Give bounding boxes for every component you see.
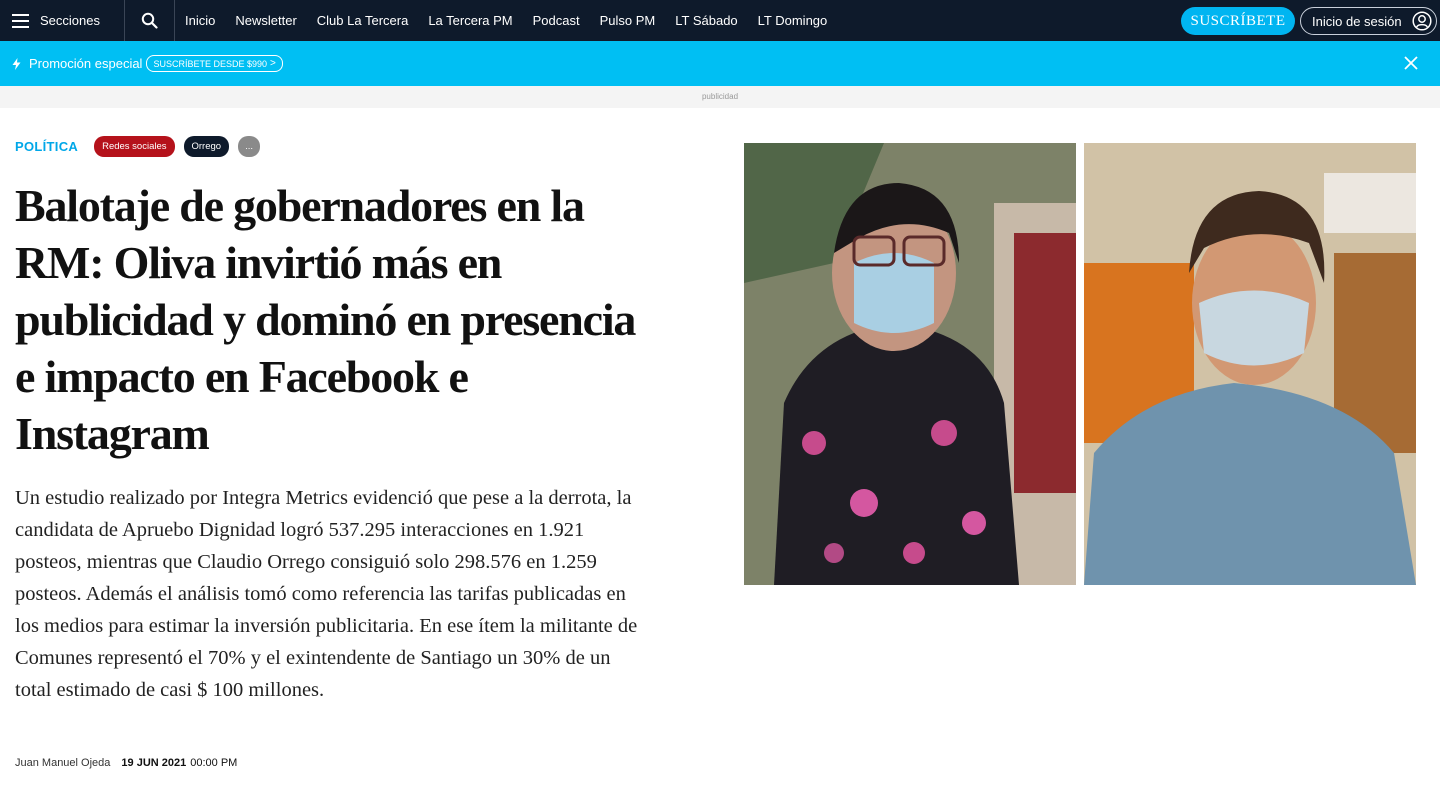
close-icon[interactable] xyxy=(1402,54,1420,72)
byline: Juan Manuel Ojeda 19 JUN 2021 00:00 PM xyxy=(15,757,237,769)
search-icon xyxy=(141,12,158,29)
tag-more[interactable]: ... xyxy=(238,135,260,157)
nav-link-la-tercera-pm[interactable]: La Tercera PM xyxy=(428,13,512,28)
article-headline: Balotaje de gobernadores en la RM: Oliva… xyxy=(15,180,636,459)
publish-time: 00:00 PM xyxy=(190,757,238,769)
nav-link-newsletter[interactable]: Newsletter xyxy=(235,13,296,28)
tag-redes-sociales[interactable]: Redes sociales xyxy=(94,135,175,157)
nav-link-lt-domingo[interactable]: LT Domingo xyxy=(758,13,828,28)
section-link[interactable]: POLÍTICA xyxy=(15,139,78,154)
main-nav-links: Inicio Newsletter Club La Tercera La Ter… xyxy=(175,0,847,41)
nav-link-inicio[interactable]: Inicio xyxy=(185,13,215,28)
sections-label: Secciones xyxy=(40,13,100,28)
search-button[interactable] xyxy=(125,0,175,41)
user-icon xyxy=(1412,11,1432,31)
publish-date: 19 JUN 2021 xyxy=(121,757,187,769)
ad-label: publicidad xyxy=(701,92,739,101)
nav-link-lt-sabado[interactable]: LT Sábado xyxy=(675,13,737,28)
nav-link-podcast[interactable]: Podcast xyxy=(533,13,580,28)
promo-subscribe-link[interactable]: SUSCRÍBETE DESDE $990 > xyxy=(146,55,283,72)
woman-portrait-image xyxy=(744,143,1076,585)
promo-pill-label: SUSCRÍBETE DESDE $990 xyxy=(153,58,267,69)
ad-placeholder: publicidad xyxy=(0,86,1440,108)
promo-banner: Promoción especial SUSCRÍBETE DESDE $990… xyxy=(0,41,1440,86)
sections-menu-button[interactable]: Secciones xyxy=(0,0,125,41)
nav-link-pulso-pm[interactable]: Pulso PM xyxy=(600,13,656,28)
author-link[interactable]: Juan Manuel Ojeda xyxy=(15,757,110,769)
tag-orrego[interactable]: Orrego xyxy=(183,135,230,157)
article-lede: Un estudio realizado por Integra Metrics… xyxy=(15,487,638,701)
lightning-icon xyxy=(12,57,21,70)
hamburger-menu-icon xyxy=(12,13,29,28)
top-navigation-bar: Secciones Inicio Newsletter Club La Terc… xyxy=(0,0,1440,41)
promo-text: Promoción especial xyxy=(29,56,143,71)
article-tags: POLÍTICA Redes sociales Orrego ... xyxy=(15,135,269,157)
man-portrait-image xyxy=(1084,143,1416,585)
photo-karina-oliva xyxy=(744,143,1076,585)
photo-claudio-orrego xyxy=(1084,143,1416,585)
nav-link-club-la-tercera[interactable]: Club La Tercera xyxy=(317,13,409,28)
chevron-right-icon: > xyxy=(270,58,276,69)
login-label: Inicio de sesión xyxy=(1312,13,1402,29)
subscribe-button[interactable]: SUSCRÍBETE xyxy=(1181,7,1295,35)
login-button[interactable]: Inicio de sesión xyxy=(1300,7,1437,35)
